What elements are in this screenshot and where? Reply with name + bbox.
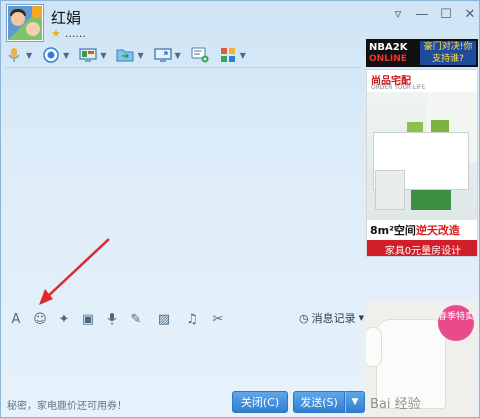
ad-banner-nba2k[interactable]: NBA2K ONLINE 豪门对决!你支持谁? (366, 39, 478, 67)
chevron-down-icon: ▼ (63, 50, 70, 60)
ad-image-pillow (407, 122, 423, 132)
top-toolbar: ▼ ▼ ▼ ▼ ▼ ▼ (5, 43, 360, 67)
close-button[interactable]: 关闭(C) (232, 391, 288, 413)
ad-tagline-prefix: 8m²空间 (370, 224, 416, 237)
ad-sale-badge: 春季特卖 (438, 305, 474, 341)
chevron-down-icon: ▼ (239, 50, 246, 60)
screen-share-button[interactable]: ▼ (154, 44, 181, 66)
promo-hint[interactable]: 秘密，家电鹿价还可用券！ (7, 397, 127, 412)
maximize-icon[interactable]: ☐ (435, 5, 457, 23)
ad-banner-furniture[interactable]: 尚品宅配 ORDER YOUR LIFE 8m²空间逆天改造 家具0元量房设计 (366, 69, 478, 257)
music-icon[interactable]: ♫ (181, 308, 203, 330)
ad-room-image (367, 92, 477, 220)
edit-icon[interactable]: ✎ (125, 308, 147, 330)
apps-icon (219, 47, 237, 63)
watermark: Bai 经验 (370, 397, 421, 412)
send-file-icon (116, 47, 134, 63)
status-text: ...... (64, 27, 86, 40)
message-history-area[interactable] (5, 69, 361, 305)
close-icon[interactable]: ✕ (459, 5, 480, 23)
history-label: 消息记录 (311, 312, 356, 325)
chevron-down-icon: ▼ (358, 314, 364, 322)
send-options-dropdown[interactable]: ▼ (345, 391, 365, 413)
video-call-button[interactable]: ▼ (42, 44, 69, 66)
chat-window: 红娟 ★ ...... ▿ — ☐ ✕ ▼ ▼ ▼ ▼ ▼ ▼ A ☺ ✦ ▣ … (0, 0, 480, 418)
chevron-down-icon: ▼ (26, 50, 33, 60)
avatar-face (26, 22, 40, 36)
chevron-down-icon: ▼ (137, 50, 144, 60)
ad-brand-sub: ORDER YOUR LIFE (371, 84, 426, 91)
ad-logo: NBA2K (369, 42, 408, 53)
group-chat-icon (191, 47, 209, 63)
remote-desktop-icon (79, 47, 97, 63)
send-button[interactable]: 发送(S) (293, 391, 345, 413)
avatar-badge (32, 6, 42, 18)
font-icon[interactable]: A (5, 308, 27, 330)
send-file-button[interactable]: ▼ (116, 44, 144, 66)
screen-share-icon (154, 47, 172, 63)
video-call-icon (42, 47, 60, 63)
minimize-icon[interactable]: — (411, 5, 433, 23)
shake-icon[interactable]: ✦ (53, 308, 75, 330)
contact-status: ★ ...... (51, 27, 86, 40)
contact-name[interactable]: 红娟 (51, 7, 81, 28)
ad-image-pillow (431, 120, 449, 132)
skin-icon[interactable]: ▿ (387, 5, 409, 23)
voice-message-icon[interactable] (101, 308, 123, 330)
group-chat-button[interactable] (191, 44, 209, 66)
chevron-down-icon: ▼ (174, 50, 181, 60)
star-icon: ★ (51, 27, 61, 40)
ad-tagline: 8m²空间逆天改造 (370, 222, 460, 238)
image-icon[interactable]: ▨ (149, 308, 179, 330)
contact-avatar[interactable] (7, 5, 43, 41)
screenshot-icon[interactable]: ✂ (205, 308, 231, 330)
ad-image-drawer (411, 190, 451, 210)
emoji-icon[interactable]: ☺ (29, 308, 51, 330)
toolbar-divider (5, 67, 361, 68)
voice-call-icon (5, 47, 23, 63)
apps-button[interactable]: ▼ (219, 44, 246, 66)
ad-tagline-highlight: 逆天改造 (415, 224, 460, 237)
ad-logo-sub: ONLINE (369, 54, 407, 64)
ad-offer: 家具0元量房设计 (367, 240, 477, 256)
voice-call-button[interactable]: ▼ (5, 44, 32, 66)
video-clip-icon[interactable]: ▣ (77, 308, 99, 330)
chevron-down-icon: ▼ (100, 50, 107, 60)
message-history-button[interactable]: ◷ 消息记录 ▼ (299, 310, 364, 326)
remote-desktop-button[interactable]: ▼ (79, 44, 106, 66)
message-input[interactable] (5, 331, 361, 389)
clock-icon: ◷ (299, 311, 309, 325)
annotation-arrow (39, 238, 110, 305)
ad-image-stairs (375, 170, 405, 210)
ad-banner-clothing[interactable]: 春季特卖 Bai 经验 (366, 301, 478, 417)
avatar-face (11, 12, 25, 26)
ad-slogan: 豪门对决!你支持谁? (420, 41, 476, 65)
